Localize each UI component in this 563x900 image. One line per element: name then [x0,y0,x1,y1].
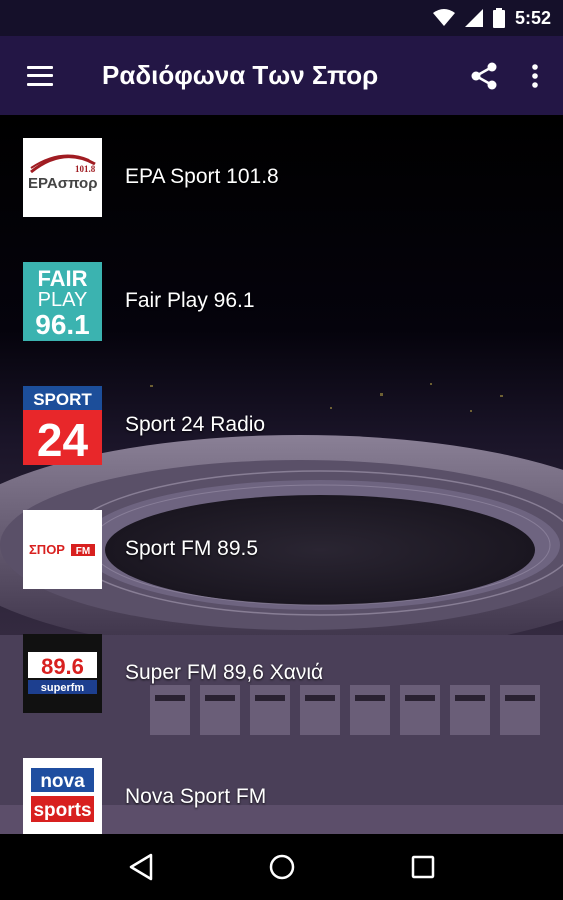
wifi-icon [432,9,455,27]
station-item-nova-sport[interactable]: nova sports Nova Sport FM [0,735,563,834]
svg-text:24: 24 [37,414,89,465]
share-icon[interactable] [461,36,507,115]
back-triangle-icon[interactable] [111,837,171,897]
hamburger-menu-icon[interactable] [0,36,80,115]
sport-24-logo: SPORT 24 [23,385,102,465]
svg-text:nova: nova [40,771,85,792]
svg-text:89.6: 89.6 [41,654,84,679]
station-name: Super FM 89,6 Χανιά [125,661,324,684]
svg-text:101.8: 101.8 [75,164,96,174]
epa-sport-logo: 101.8 ΕΡΑσπορ [23,137,102,217]
app-bar: Ραδιόφωνα Των Σπορ [0,36,563,115]
system-nav-bar [0,834,563,900]
station-item-epa-sport[interactable]: 101.8 ΕΡΑσπορ EPA Sport 101.8 [0,115,563,239]
svg-text:sports: sports [33,800,91,821]
station-name: Sport 24 Radio [125,413,266,436]
station-name: EPA Sport 101.8 [125,165,279,188]
recents-square-icon[interactable] [393,837,453,897]
station-item-sport-24[interactable]: SPORT 24 Sport 24 Radio [0,363,563,487]
status-time: 5:52 [514,7,551,28]
more-vert-icon[interactable] [507,36,563,115]
signal-icon [464,9,483,27]
app-title: Ραδιόφωνα Των Σπορ [102,60,379,90]
station-list-area[interactable]: 101.8 ΕΡΑσπορ EPA Sport 101.8 FAIR PLAY … [0,115,563,834]
svg-text:FM: FM [76,546,90,557]
station-item-sport-fm[interactable]: ΣΠΟΡ FM Sport FM 89.5 [0,487,563,611]
station-name: Sport FM 89.5 [125,537,259,560]
svg-text:ΕΡΑσπορ: ΕΡΑσπορ [28,175,98,192]
fair-play-logo: FAIR PLAY 96.1 [23,261,102,341]
station-item-super-fm[interactable]: 89.6 superfm Super FM 89,6 Χανιά [0,611,563,735]
sport-fm-logo: ΣΠΟΡ FM [23,509,102,589]
svg-text:PLAY: PLAY [38,289,88,311]
station-item-fair-play[interactable]: FAIR PLAY 96.1 Fair Play 96.1 [0,239,563,363]
svg-text:96.1: 96.1 [35,309,90,340]
nova-sports-logo: nova sports [23,757,102,834]
super-fm-logo: 89.6 superfm [23,633,102,713]
station-list: 101.8 ΕΡΑσπορ EPA Sport 101.8 FAIR PLAY … [0,115,563,834]
station-name: Nova Sport FM [125,785,267,808]
svg-text:superfm: superfm [41,682,85,694]
svg-text:SPORT: SPORT [33,390,92,409]
svg-text:FAIR: FAIR [37,266,87,291]
battery-icon [492,8,505,28]
svg-text:ΣΠΟΡ: ΣΠΟΡ [29,542,65,557]
home-circle-icon[interactable] [252,837,312,897]
station-name: Fair Play 96.1 [125,289,255,312]
status-bar: 5:52 [0,0,563,36]
